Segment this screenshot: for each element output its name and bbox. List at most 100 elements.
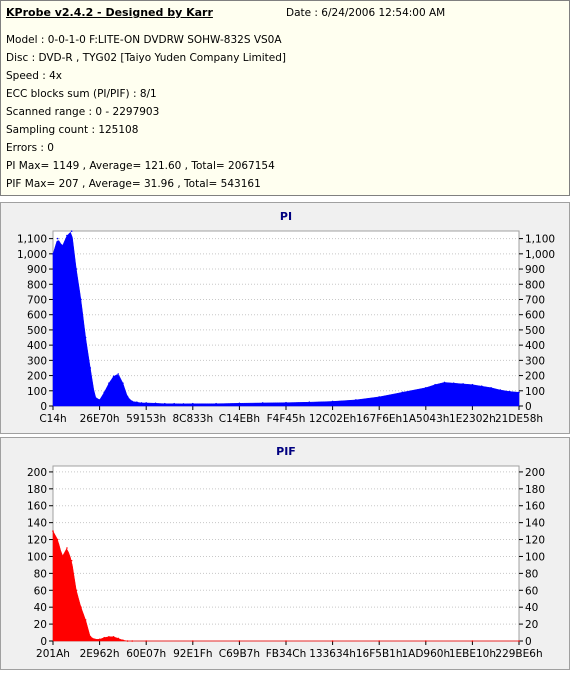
pif-data-point — [425, 640, 427, 642]
pif-chart: PIF 0 0 20 20 40 40 60 60 80 80 100 100 120 120 140 140 1… — [27, 445, 545, 660]
pif-data-point — [108, 635, 110, 638]
pif-data-point — [117, 637, 120, 640]
pi-data-point — [378, 396, 381, 398]
pi-data-point — [518, 391, 520, 394]
pi-ytick-label-left: 300 — [27, 355, 47, 367]
pif-xtick-label: 229BE6h — [495, 648, 542, 660]
pif-ytick-label-right: 80 — [525, 568, 538, 580]
pi-data-point — [182, 403, 185, 405]
pif-data-point — [75, 589, 78, 592]
pi-xtick-label: 1E2302h — [449, 413, 496, 425]
pi-ytick-label-left: 0 — [40, 401, 47, 413]
pif-ytick-label-left: 20 — [34, 619, 47, 631]
pif-ytick-label-left: 60 — [34, 585, 47, 597]
pi-data-point — [462, 383, 464, 385]
pi-xtick-label: C14h — [39, 413, 66, 425]
pi-xtick-label: 8C833h — [172, 413, 213, 425]
pif-chart-title: PIF — [276, 445, 296, 458]
pi-ytick-label-right: 600 — [525, 310, 545, 322]
pif-chart-panel: PIF 0 0 20 20 40 40 60 60 80 80 100 100 120 120 140 140 1… — [0, 437, 570, 670]
pif-data-point — [94, 638, 96, 641]
pi-chart-title: PI — [280, 210, 292, 223]
pi-ytick-label-left: 700 — [27, 294, 47, 306]
pi-data-point — [499, 389, 502, 391]
pif-xtick-label: 2E962h — [80, 648, 120, 660]
pi-ytick-label-left: 900 — [27, 264, 47, 276]
pif-data-point — [103, 636, 106, 639]
info-speed: Speed : 4x — [6, 70, 63, 82]
pif-ytick-label-left: 140 — [27, 518, 47, 530]
pi-data-point — [126, 396, 129, 398]
pif-data-point — [131, 640, 134, 642]
info-disc: Disc : DVD-R , TYG02 [Taiyo Yuden Compan… — [6, 52, 287, 64]
pif-ytick-label-left: 160 — [27, 501, 47, 513]
info-model: Model : 0-0-1-0 F:LITE-ON DVDRW SOHW-832… — [6, 34, 282, 46]
pi-data-point — [136, 401, 138, 403]
pif-data-point — [331, 640, 334, 642]
pi-data-point — [443, 381, 446, 384]
pif-xtick-label: 133634h — [309, 648, 356, 660]
pif-ytick-label-right: 40 — [525, 602, 538, 614]
pif-ytick-label-right: 20 — [525, 619, 538, 631]
pi-data-point — [425, 386, 427, 389]
info-errors: Errors : 0 — [6, 142, 54, 154]
pi-ytick-label-right: 800 — [525, 279, 545, 291]
pif-data-point — [112, 635, 115, 638]
pif-ytick-label-left: 0 — [40, 636, 47, 648]
pi-data-point — [355, 399, 357, 401]
pi-ytick-label-right: 0 — [525, 401, 532, 413]
pif-data-point — [122, 639, 124, 641]
pif-ytick-label-right: 200 — [525, 467, 545, 479]
info-panel: KProbe v2.4.2 - Designed by Karr Date : … — [0, 0, 570, 196]
pi-data-point — [215, 402, 217, 405]
pif-data-point — [70, 559, 73, 562]
pif-data-point — [80, 606, 82, 608]
pi-ytick-label-right: 200 — [525, 371, 545, 383]
pi-data-point — [122, 382, 124, 384]
pi-ytick-label-left: 1,000 — [17, 249, 47, 261]
pi-chart-panel: PI 0 0 100 100 200 200 300 300 400 400 500 500 600 600… — [0, 202, 570, 434]
pi-data-point — [112, 375, 115, 378]
pif-ytick-label-right: 160 — [525, 501, 545, 513]
pif-ytick-label-right: 120 — [525, 535, 545, 547]
pif-xtick-label: C69B7h — [219, 648, 260, 660]
pi-data-point — [89, 367, 92, 369]
pi-ytick-label-left: 600 — [27, 310, 47, 322]
pi-data-point — [471, 383, 474, 386]
app-title: KProbe v2.4.2 - Designed by Karr — [6, 6, 213, 19]
pi-data-point — [52, 253, 54, 255]
pi-data-point — [308, 401, 311, 403]
pi-data-point — [56, 237, 59, 240]
pi-ytick-label-left: 100 — [27, 386, 47, 398]
pi-data-point — [331, 400, 334, 403]
pi-xtick-label: 12C02Eh — [309, 413, 356, 425]
pi-data-point — [75, 268, 78, 270]
pi-ytick-label-right: 500 — [525, 325, 545, 337]
pif-ytick-label-left: 200 — [27, 467, 47, 479]
pi-chart: PI 0 0 100 100 200 200 300 300 400 400 500 500 600 600… — [17, 210, 555, 425]
pif-data-point — [192, 640, 194, 642]
pi-xtick-label: 59153h — [126, 413, 166, 425]
pi-data-point — [94, 396, 96, 398]
pi-data-point — [164, 402, 166, 405]
pif-data-point — [471, 640, 474, 642]
pif-data-point — [285, 640, 287, 642]
pi-xtick-label: C14EBh — [219, 413, 260, 425]
pi-xtick-label: 21DE58h — [495, 413, 543, 425]
pi-ytick-label-right: 700 — [525, 294, 545, 306]
pif-xtick-label: 60E07h — [126, 648, 166, 660]
pif-ytick-label-right: 140 — [525, 518, 545, 530]
pi-data-point — [173, 402, 175, 405]
pif-ytick-label-right: 180 — [525, 484, 545, 496]
pi-data-point — [145, 402, 147, 404]
pi-data-point — [98, 399, 101, 401]
pi-data-point — [434, 383, 436, 386]
pif-data-point — [84, 619, 87, 621]
pi-data-point — [80, 298, 82, 301]
pif-ytick-label-left: 40 — [34, 602, 47, 614]
pif-xtick-label: 1AD960h — [401, 648, 450, 660]
pi-ytick-label-left: 500 — [27, 325, 47, 337]
pif-ytick-label-left: 100 — [27, 551, 47, 563]
pi-xtick-label: 26E70h — [80, 413, 120, 425]
pif-ytick-label-left: 80 — [34, 568, 47, 580]
